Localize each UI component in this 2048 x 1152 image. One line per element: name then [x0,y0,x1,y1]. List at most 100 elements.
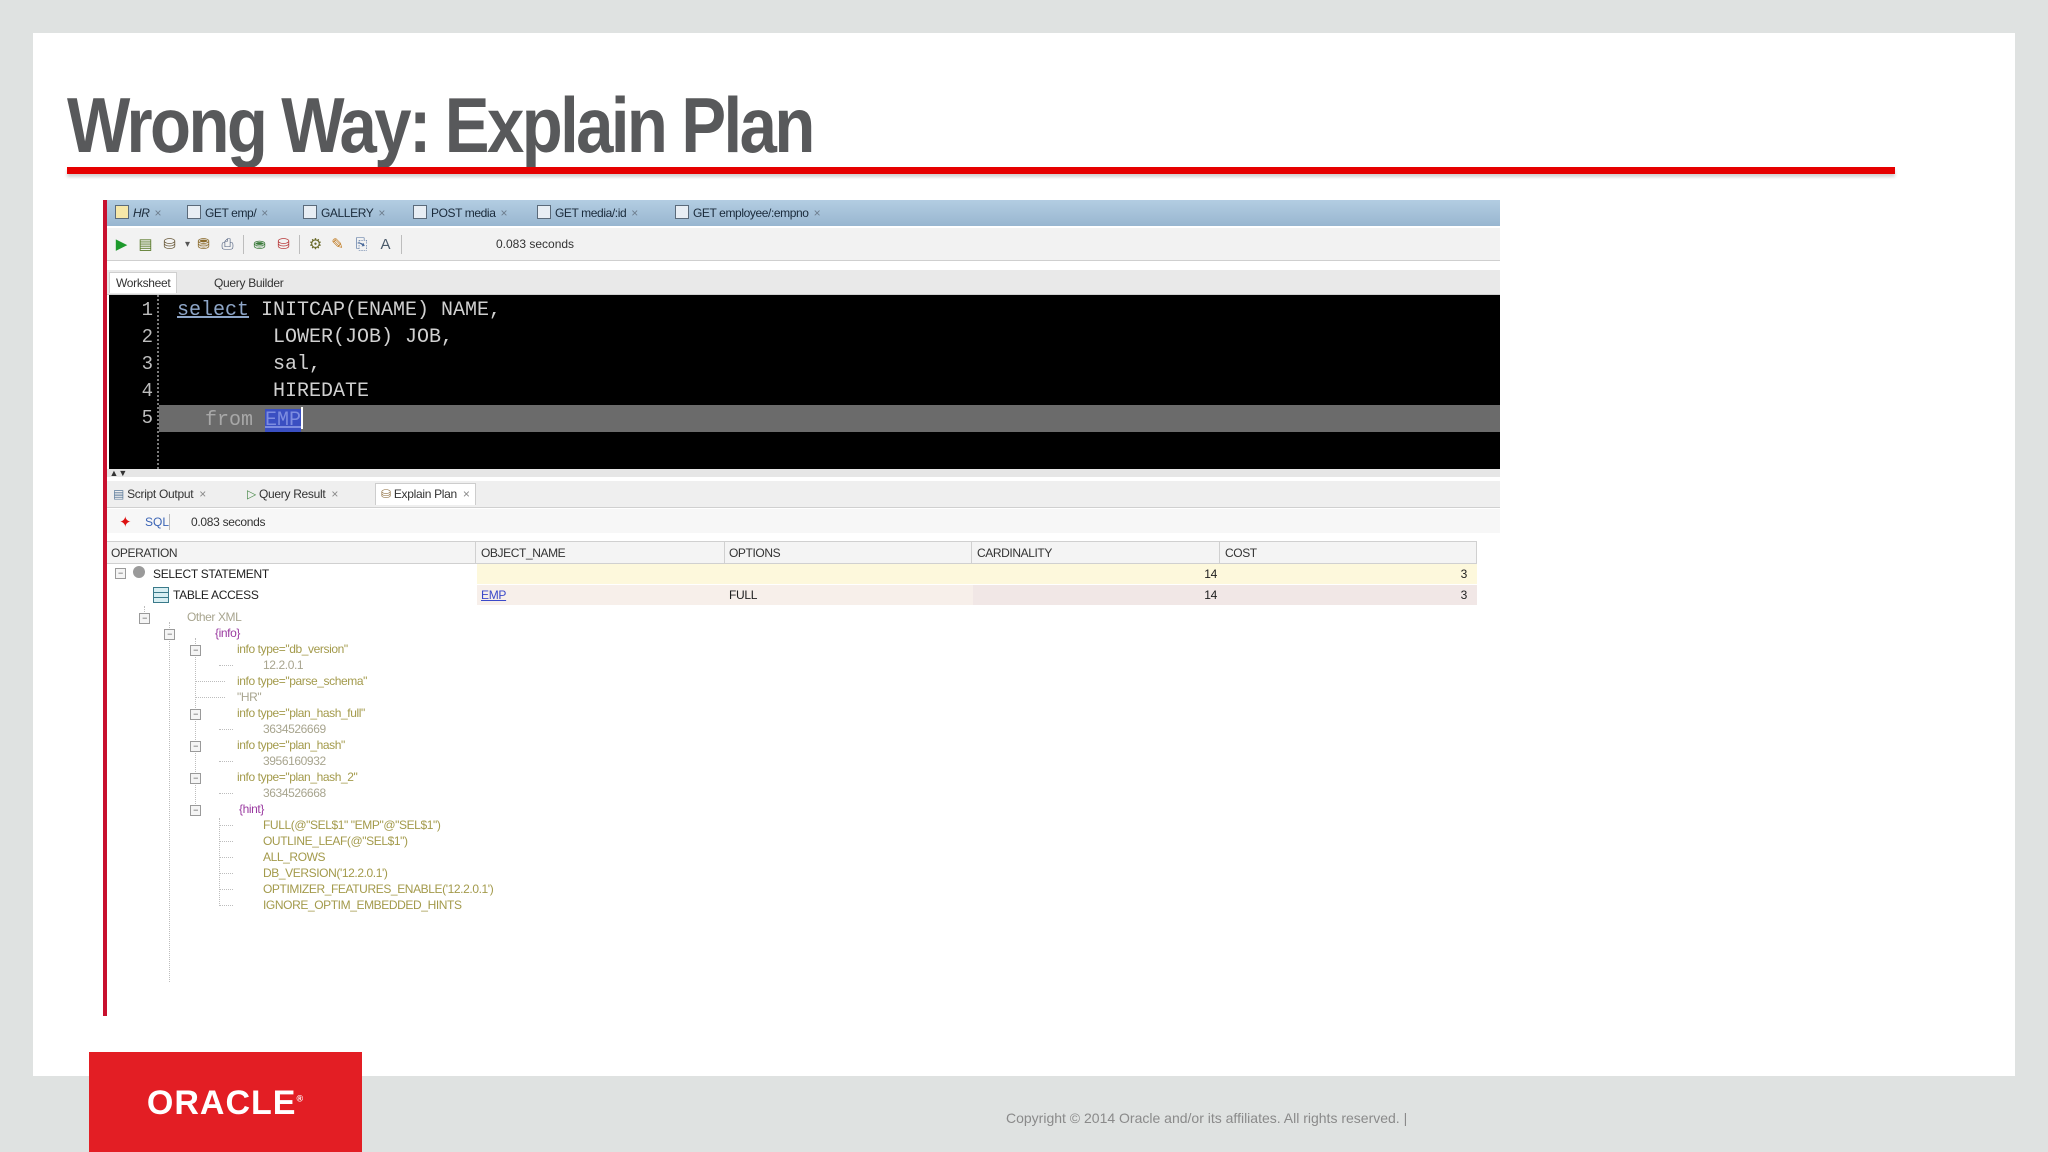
tab-gallery[interactable]: GALLERY × [303,205,385,222]
tree-value: 3634526669 [263,722,326,736]
table-row[interactable]: − SELECT STATEMENT 14 3 [107,564,1477,584]
unshared-sql-icon[interactable]: ⚙ [307,236,324,253]
tab-worksheet[interactable]: Worksheet [109,272,178,293]
tree-value: "HR" [237,690,262,704]
tab-script-output[interactable]: ▤ Script Output × [113,487,206,501]
dropdown-icon[interactable]: ▾ [179,236,196,253]
collapse-icon[interactable]: − [164,629,175,640]
splitter-handle[interactable]: ▲▼ [107,469,1500,478]
tree-node-plan-hash-full[interactable]: info type="plan_hash_full" [237,706,365,720]
line-number: 4 [141,380,153,402]
statement-icon [133,566,145,578]
close-icon[interactable]: × [631,206,638,220]
operation-cell: TABLE ACCESS [173,588,259,602]
code-line-5: from EMP [205,407,304,432]
tree-value: 12.2.0.1 [263,658,304,672]
tree-node-info[interactable]: {info} [215,626,240,640]
plan-execution-time: 0.083 seconds [191,515,266,529]
explain-plan-icon: ⛁ [381,487,391,501]
tree-node-parse-schema[interactable]: info type="parse_schema" [237,674,367,688]
tree-node-db-version[interactable]: info type="db_version" [237,642,348,656]
tree-value: 3634526668 [263,786,326,800]
sql-tuning-icon[interactable]: ⛁ [275,236,292,253]
sql-editor[interactable]: 1 2 3 4 5 select INITCAP(ENAME) NAME, LO… [109,295,1500,469]
format-icon[interactable]: A [377,236,394,253]
line-number: 3 [141,353,153,375]
tree-node-plan-hash-2[interactable]: info type="plan_hash_2" [237,770,358,784]
column-cardinality[interactable]: CARDINALITY [977,546,1052,560]
close-icon[interactable]: × [199,487,206,501]
code-line-4: HIREDATE [273,380,370,403]
collapse-icon[interactable]: − [190,645,201,656]
line-number-gutter: 1 2 3 4 5 [109,295,159,469]
rest-doc-icon [537,205,551,219]
close-icon[interactable]: × [378,206,385,220]
line-number: 2 [141,326,153,348]
collapse-icon[interactable]: − [115,568,126,579]
output-tab-bar: ▤ Script Output × ▷ Query Result × ⛁ Expla… [107,481,1500,508]
tab-post-media[interactable]: POST media × [413,205,507,222]
close-icon[interactable]: × [500,206,507,220]
tab-explain-plan[interactable]: ⛁ Explain Plan × [375,483,476,505]
oracle-logo: ORACLE® [89,1052,362,1152]
close-icon[interactable]: × [261,206,268,220]
tab-get-media-id[interactable]: GET media/:id × [537,205,638,222]
keyword-from: from [205,409,254,432]
close-icon[interactable]: × [155,206,162,220]
column-cost[interactable]: COST [1225,546,1257,560]
query-result-icon: ▷ [247,487,256,501]
run-script-icon[interactable]: ▤ [137,236,154,253]
collapse-icon[interactable]: − [139,613,150,624]
tree-value: 3956160932 [263,754,326,768]
sql-link[interactable]: SQL [145,515,169,529]
collapse-icon[interactable]: − [190,773,201,784]
column-operation[interactable]: OPERATION [111,546,178,560]
autotrace-icon[interactable]: ⛂ [251,236,268,253]
hint-item: OUTLINE_LEAF(@"SEL$1") [263,834,408,848]
pin-icon[interactable]: ✦ [119,513,132,531]
tab-query-builder[interactable]: Query Builder [214,276,284,290]
options-cell: FULL [729,588,758,602]
current-line-highlight [159,405,1500,432]
clear-icon[interactable]: ✎ [329,236,346,253]
collapse-icon[interactable]: − [190,709,201,720]
tree-node-plan-hash[interactable]: info type="plan_hash" [237,738,345,752]
rest-doc-icon [675,205,689,219]
cost-cell: 3 [1460,588,1468,602]
close-icon[interactable]: × [463,487,470,501]
explain-plan-toolbar: ✦ SQL 0.083 seconds [107,509,1500,533]
cardinality-cell: 14 [1204,567,1217,581]
hint-item: DB_VERSION('12.2.0.1') [263,866,388,880]
collapse-icon[interactable]: − [190,805,201,816]
other-xml-tree: − Other XML − {info} − info type="db_ver… [107,606,907,1006]
object-name-link[interactable]: EMP [481,588,506,602]
column-options[interactable]: OPTIONS [729,546,781,560]
collapse-icon[interactable]: − [190,741,201,752]
hint-item: OPTIMIZER_FEATURES_ENABLE('12.2.0.1') [263,882,494,896]
table-emp-selected: EMP [265,409,302,432]
hint-item: IGNORE_OPTIM_EMBEDDED_HINTS [263,898,462,912]
tree-node-hint[interactable]: {hint} [239,802,264,816]
history-icon[interactable]: ⎘ [353,236,370,253]
rest-doc-icon [413,205,427,219]
plan-grid-header: OPERATION OBJECT_NAME OPTIONS CARDINALIT… [107,541,1477,564]
explain-icon[interactable]: ⎙ [219,236,236,253]
tree-node-other-xml[interactable]: Other XML [187,610,242,624]
rollback-icon[interactable]: ⛃ [195,236,212,253]
line-number: 1 [141,299,153,321]
cardinality-cell: 14 [1204,588,1217,602]
run-statement-icon[interactable]: ▶ [113,236,130,253]
tab-get-employee[interactable]: GET employee/:empno × [675,205,821,222]
commit-icon[interactable]: ⛁ [161,236,178,253]
connection-tab-bar: HR × GET emp/× GALLERY × POST media × GET m… [107,200,1500,226]
tab-get-emp[interactable]: GET emp/× [187,205,268,222]
code-line-2: LOWER(JOB) JOB, [273,326,454,349]
tab-query-result[interactable]: ▷ Query Result × [247,487,338,501]
text-caret [301,407,304,429]
tab-hr[interactable]: HR × [115,205,162,222]
close-icon[interactable]: × [814,206,821,220]
table-row[interactable]: TABLE ACCESS EMP FULL 14 3 [107,585,1477,605]
execution-time: 0.083 seconds [496,237,575,251]
column-object-name[interactable]: OBJECT_NAME [481,546,566,560]
close-icon[interactable]: × [331,487,338,501]
